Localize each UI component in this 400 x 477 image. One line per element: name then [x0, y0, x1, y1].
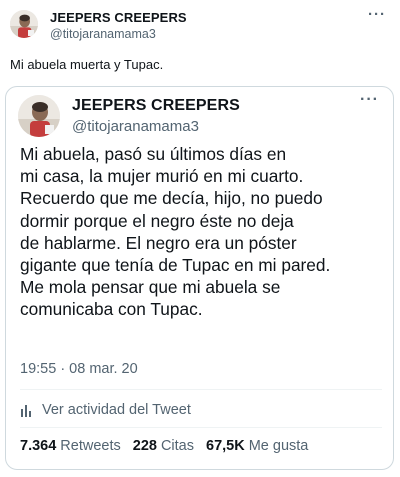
quotes-label[interactable]: Citas — [161, 438, 194, 454]
tweet-line: dormir porque el negro éste no deja — [20, 210, 294, 231]
user-handle[interactable]: @titojaranamama3 — [50, 27, 156, 41]
analytics-bars-icon — [21, 405, 31, 417]
tweet-line: Mi abuela, pasó su últimos días en — [20, 144, 287, 164]
tweet-line: mi casa, la mujer murió en mi cuarto. — [20, 166, 304, 187]
avatar[interactable] — [18, 95, 60, 137]
avatar-image — [10, 10, 38, 38]
retweets-count[interactable]: 7.364 — [20, 438, 56, 454]
outer-tweet-header: JEEPERS CREEPERS @titojaranamama3 ··· — [10, 6, 390, 46]
retweets-label[interactable]: Retweets — [60, 438, 120, 454]
quotes-count[interactable]: 228 — [133, 438, 157, 454]
avatar-image — [18, 95, 60, 137]
tweet-body: Mi abuela, pasó su últimos días en mi ca… — [20, 143, 388, 321]
tweet-stats: 7.364 Retweets 228 Citas 67,5K Me gusta — [20, 438, 320, 454]
more-horizontal-icon[interactable]: ··· — [360, 91, 379, 109]
tweet-line: Me mola pensar que mi abuela se — [20, 277, 281, 298]
tweet-timestamp[interactable]: 19:55 · 08 mar. 20 — [20, 361, 138, 377]
divider — [20, 389, 382, 390]
tweet-line: Recuerdo que me decía, hijo, no puedo — [20, 188, 323, 209]
display-name[interactable]: JEEPERS CREEPERS — [50, 10, 187, 25]
tweet-line: gigante que tenía de Tupac en mi pared. — [20, 255, 331, 276]
likes-label[interactable]: Me gusta — [249, 438, 309, 454]
display-name[interactable]: JEEPERS CREEPERS — [72, 97, 240, 115]
tweet-line: de hablarme. El negro era un póster — [20, 232, 297, 253]
divider — [20, 427, 382, 428]
avatar[interactable] — [10, 10, 38, 38]
tweet-text: Mi abuela muerta y Tupac. — [10, 57, 164, 72]
tweet-line: comunicaba con Tupac. — [20, 299, 203, 320]
more-horizontal-icon[interactable]: ··· — [368, 6, 386, 23]
quoted-tweet-card[interactable]: JEEPERS CREEPERS @titojaranamama3 ··· Mi… — [5, 86, 394, 470]
view-activity-label: Ver actividad del Tweet — [42, 402, 191, 418]
user-handle[interactable]: @titojaranamama3 — [72, 118, 199, 135]
likes-count[interactable]: 67,5K — [206, 438, 245, 454]
view-activity-link[interactable]: Ver actividad del Tweet — [20, 401, 191, 419]
